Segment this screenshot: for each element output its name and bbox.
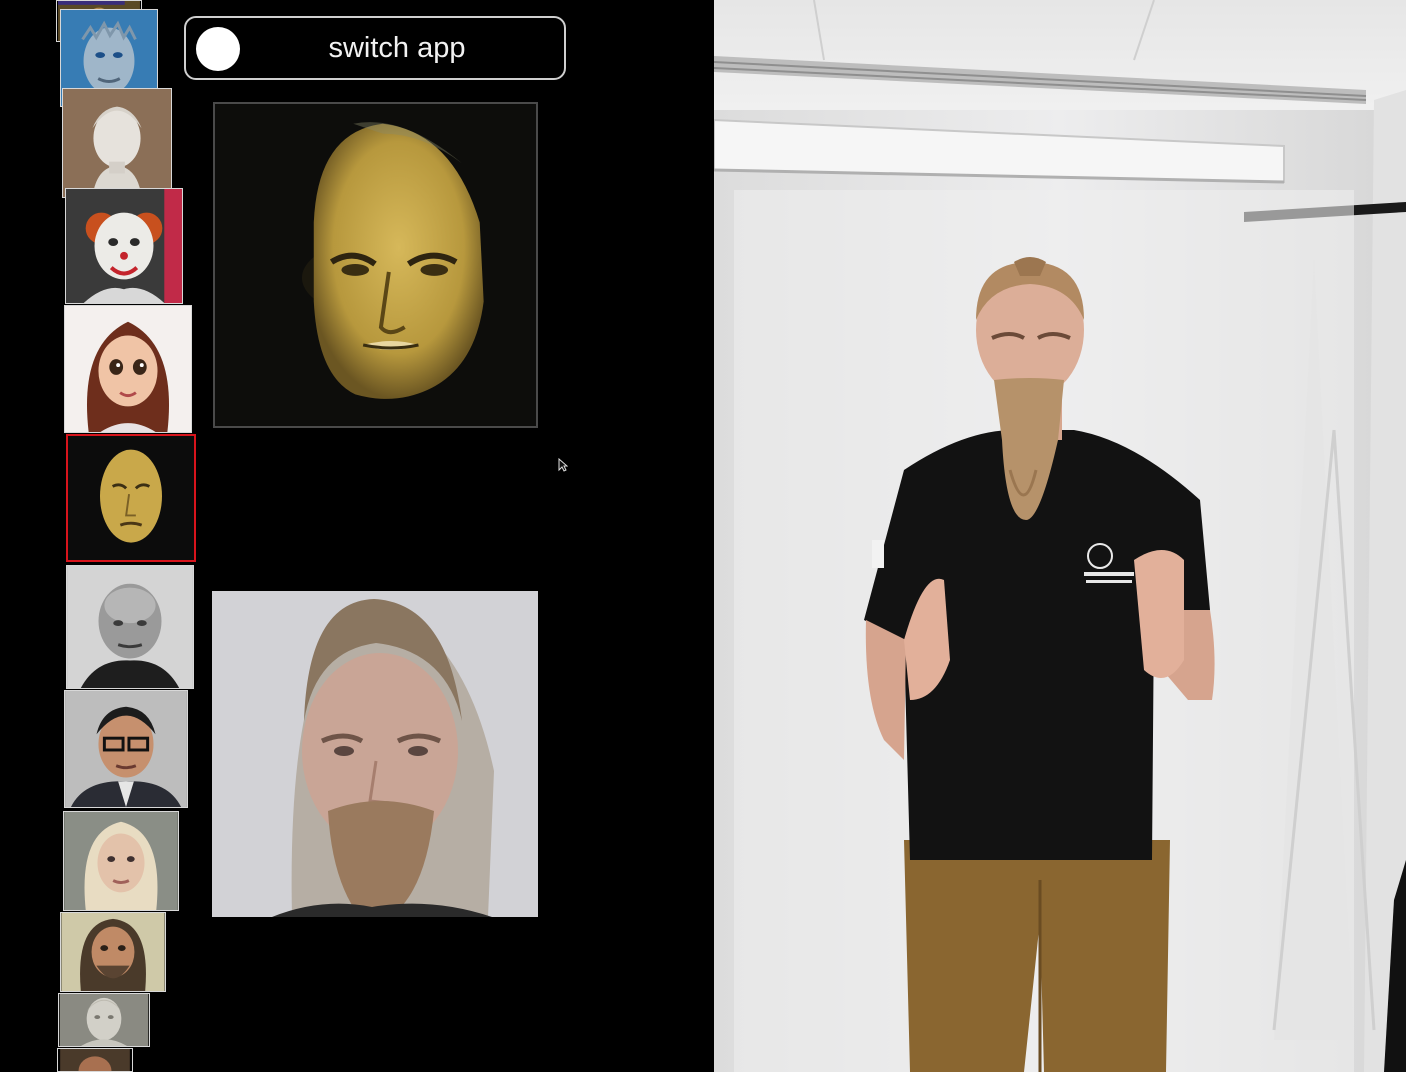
output-face-preview (213, 102, 538, 428)
partial-thumbnail[interactable] (57, 1048, 133, 1072)
switch-app-label: switch app (328, 32, 466, 64)
mouse-cursor-icon (558, 458, 568, 472)
left-panel: switch app (0, 0, 714, 1072)
camera-face-crop (212, 591, 538, 917)
churchill-thumbnail[interactable] (66, 565, 194, 689)
blonde-woman-thumbnail[interactable] (63, 811, 179, 911)
golden-mask-thumbnail[interactable] (66, 434, 196, 562)
switch-app-button[interactable]: switch app (184, 16, 566, 80)
glasses-man-thumbnail[interactable] (64, 690, 188, 808)
statue-thumbnail[interactable] (58, 993, 150, 1047)
marble-bust-thumbnail[interactable] (62, 88, 172, 198)
clown-thumbnail[interactable] (65, 188, 183, 304)
camera-feed (714, 0, 1406, 1072)
doll-thumbnail[interactable] (64, 305, 192, 433)
bearded-man-thumbnail[interactable] (60, 912, 166, 992)
